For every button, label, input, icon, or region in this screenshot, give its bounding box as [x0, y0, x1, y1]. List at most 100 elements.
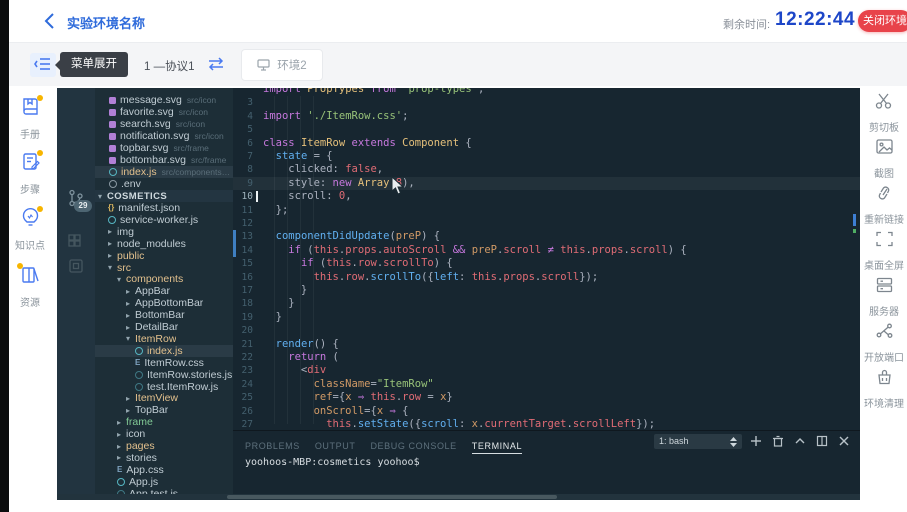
code-line-22[interactable]: 22 return ( — [233, 351, 860, 364]
tree-file-search.svg[interactable]: search.svgsrc/icon — [95, 118, 233, 130]
code-line-16[interactable]: 16 this.row.scrollTo({left: this.props.s… — [233, 271, 860, 284]
tree-file-ItemRow.css[interactable]: EItemRow.css — [95, 357, 233, 369]
tree-file-service-worker.js[interactable]: service-worker.js — [95, 214, 233, 226]
chevron-right-icon: ▸ — [108, 251, 117, 260]
code-line-15[interactable]: 15 if (this.row.scrollTo) { — [233, 257, 860, 270]
tree-file-favorite.svg[interactable]: favorite.svgsrc/icon — [95, 106, 233, 118]
code-line-19[interactable]: 19 } — [233, 311, 860, 324]
panel-tab-debug-console[interactable]: DEBUG CONSOLE — [370, 441, 456, 451]
code-line-25[interactable]: 25 ref={x ⇒ this.row = x} — [233, 391, 860, 404]
maximize-panel-icon[interactable] — [794, 434, 808, 448]
tree-folder-stories[interactable]: ▸stories — [95, 452, 233, 464]
custom-view-icon[interactable] — [66, 256, 86, 276]
code-line-10[interactable]: 10 scroll: 0, — [233, 190, 860, 203]
tree-file-message.svg[interactable]: message.svgsrc/icon — [95, 94, 233, 106]
tree-file-index.js[interactable]: index.jsM — [95, 345, 233, 357]
tree-folder-node_modules[interactable]: ▸node_modules — [95, 238, 233, 250]
chevron-right-icon: ▸ — [126, 323, 135, 332]
tree-folder-src[interactable]: ▾src — [95, 262, 233, 274]
code-line-4[interactable]: 4import './ItemRow.css'; — [233, 110, 860, 123]
panel-tab-output[interactable]: OUTPUT — [315, 441, 356, 451]
code-line-24[interactable]: 24 className="ItemRow" — [233, 378, 860, 391]
line-number: 6 — [233, 137, 253, 150]
sidebar-item-steps[interactable]: 步骤 — [3, 151, 57, 196]
tree-file-manifest.json[interactable]: {}manifest.json — [95, 202, 233, 214]
code-line-3[interactable]: 3 — [233, 96, 860, 109]
code-line-20[interactable]: 20 — [233, 324, 860, 337]
code-line-11[interactable]: 11 }; — [233, 204, 860, 217]
tree-folder-BottomBar[interactable]: ▸BottomBar — [95, 309, 233, 321]
code-line-13[interactable]: 13 componentDidUpdate(preP) { — [233, 230, 860, 243]
tool-item-screenshot[interactable]: 截图 — [857, 138, 907, 180]
terminal-prompt[interactable]: yoohoos-MBP:cosmetics yoohoo$ — [245, 457, 420, 468]
json-file-icon: {} — [108, 204, 114, 212]
tree-folder-pages[interactable]: ▸pages — [95, 440, 233, 452]
tree-file-index.js[interactable]: index.jssrc/components…M — [95, 166, 233, 178]
tree-file-notification.svg[interactable]: notification.svgsrc/icon — [95, 130, 233, 142]
tree-folder-AppBar[interactable]: ▸AppBar — [95, 285, 233, 297]
code-line-18[interactable]: 18 } — [233, 297, 860, 310]
tool-item-label: 桌面全屏 — [857, 257, 907, 272]
sidebar-item-resources[interactable]: 资源 — [3, 264, 57, 309]
sidebar-item-knowledge[interactable]: 知识点 — [3, 207, 57, 252]
code-text: onScroll={x ⇒ { — [263, 405, 408, 418]
swap-env-icon[interactable] — [205, 55, 227, 75]
kill-terminal-icon[interactable] — [772, 434, 786, 448]
shell-select[interactable]: 1: bash — [654, 434, 742, 449]
extensions-icon[interactable] — [66, 231, 86, 251]
tree-file-.env[interactable]: .env — [95, 178, 233, 190]
tool-item-server[interactable]: 服务器 — [857, 276, 907, 318]
tool-item-fullscreen[interactable]: 桌面全屏 — [857, 230, 907, 272]
tree-folder-AppBottomBar[interactable]: ▸AppBottomBar — [95, 297, 233, 309]
code-line-23[interactable]: 23 <div — [233, 364, 860, 377]
line-number: 16 — [233, 271, 253, 284]
project-section-label: COSMETICS — [107, 191, 167, 202]
tree-file-App.js[interactable]: App.js — [95, 476, 233, 488]
code-line-5[interactable]: 5 — [233, 123, 860, 136]
tool-item-ports[interactable]: 开放端口 — [857, 322, 907, 364]
tab-env2[interactable]: 环境2 — [241, 49, 323, 81]
tree-folder-frame[interactable]: ▸frame — [95, 416, 233, 428]
tree-folder-public[interactable]: ▸public — [95, 250, 233, 262]
project-section-header[interactable]: ▾ COSMETICS — [95, 190, 233, 202]
close-panel-icon[interactable] — [838, 434, 852, 448]
horizontal-scrollbar[interactable] — [57, 494, 860, 500]
sidebar-item-manual[interactable]: 手册 — [3, 96, 57, 141]
code-line-8[interactable]: 8 clicked: false, — [233, 163, 860, 176]
line-number: 10 — [233, 190, 253, 203]
new-terminal-icon[interactable] — [750, 434, 764, 448]
code-line-9[interactable]: 9 style: new Array(8), — [233, 177, 860, 190]
tree-folder-img[interactable]: ▸img — [95, 226, 233, 238]
panel-tab-problems[interactable]: PROBLEMS — [245, 441, 300, 451]
tree-folder-ItemRow[interactable]: ▾ItemRow — [95, 333, 233, 345]
menu-expand-button[interactable] — [30, 53, 56, 77]
code-line-21[interactable]: 21 render() { — [233, 338, 860, 351]
tree-file-bottombar.svg[interactable]: bottombar.svgsrc/frame — [95, 154, 233, 166]
tree-file-test.ItemRow.js[interactable]: test.ItemRow.js — [95, 381, 233, 393]
close-environment-button[interactable]: 关闭环境 — [858, 10, 907, 32]
code-line-26[interactable]: 26 onScroll={x ⇒ { — [233, 405, 860, 418]
code-line-6[interactable]: 6class ItemRow extends Component { — [233, 137, 860, 150]
tree-folder-components[interactable]: ▾components — [95, 273, 233, 285]
tree-folder-TopBar[interactable]: ▸TopBar — [95, 404, 233, 416]
tree-file-ItemRow.stories.js[interactable]: ItemRow.stories.js — [95, 369, 233, 381]
code-line-clipped[interactable]: import PropTypes from 'prop-types'; — [233, 88, 860, 96]
tree-file-topbar.svg[interactable]: topbar.svgsrc/frame — [95, 142, 233, 154]
code-line-12[interactable]: 12 — [233, 217, 860, 230]
tool-item-cleanup[interactable]: 环境清理 — [857, 368, 907, 410]
tool-item-relink[interactable]: 重新链接 — [857, 184, 907, 226]
tab-env1[interactable]: 1 —协议1 — [144, 58, 195, 74]
tool-item-clipboard[interactable]: 剪切板 — [857, 92, 907, 134]
tree-folder-ItemView[interactable]: ▸ItemView — [95, 392, 233, 404]
panel-tab-terminal[interactable]: TERMINAL — [472, 441, 522, 454]
code-line-17[interactable]: 17 } — [233, 284, 860, 297]
tree-folder-icon[interactable]: ▸icon — [95, 428, 233, 440]
back-button[interactable] — [43, 12, 59, 30]
split-terminal-icon[interactable] — [816, 434, 830, 448]
tree-folder-DetailBar[interactable]: ▸DetailBar — [95, 321, 233, 333]
file-name: img — [117, 226, 134, 238]
code-line-14[interactable]: 14 if (this.props.autoScroll && preP.scr… — [233, 244, 860, 257]
code-line-7[interactable]: 7 state = { — [233, 150, 860, 163]
file-path-hint: src/frame — [191, 155, 226, 165]
tree-file-App.css[interactable]: EApp.css — [95, 464, 233, 476]
